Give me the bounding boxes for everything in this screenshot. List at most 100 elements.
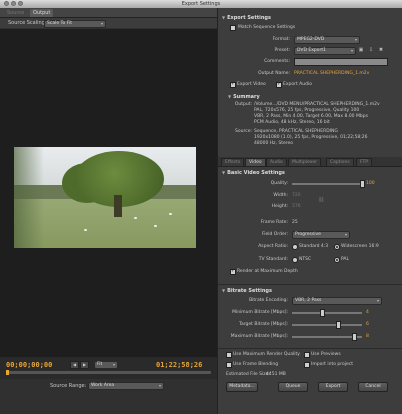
basic-video-header[interactable]: ▼ Basic Video Settings [222, 170, 285, 176]
source-range-select[interactable]: Work Area ▾ [88, 382, 164, 390]
tab-video[interactable]: Video [245, 158, 266, 166]
format-label: Format: [272, 37, 290, 42]
quality-slider-knob[interactable] [360, 180, 365, 188]
set-out-point-icon[interactable]: ▶ [80, 361, 89, 369]
min-bitrate-knob[interactable] [320, 309, 325, 317]
export-audio-checkbox[interactable] [276, 81, 282, 88]
min-bitrate-slider[interactable] [292, 309, 362, 317]
import-project-label: Import into project [311, 362, 354, 367]
video-frame [14, 147, 196, 248]
preset-label: Preset: [274, 48, 290, 53]
cancel-button[interactable]: Cancel [358, 382, 388, 392]
aspect-widescreen-label: Widescreen 16:9 [341, 244, 379, 249]
summary-output-line: /Volume.../DVD MENU/PRACTICAL SHEPHERDIN… [254, 102, 380, 107]
max-bitrate-slider[interactable] [292, 333, 362, 341]
tab-output[interactable]: Output [30, 9, 54, 17]
divider [218, 284, 402, 285]
field-order-select[interactable]: Progressive ▾ [292, 231, 350, 239]
timeline-bar: 00;00;00;00 ◀ ▶ Fit ▾ 01;22;58;26 [0, 357, 217, 379]
format-select[interactable]: MPEG2-DVD ▾ [294, 36, 360, 44]
export-button[interactable]: Export [318, 382, 348, 392]
divider [218, 348, 402, 349]
frame-blending-checkbox[interactable] [226, 362, 232, 368]
source-scaling-select[interactable]: Scale To Fit ▾ [44, 20, 106, 28]
disclosure-triangle-icon: ▼ [222, 15, 226, 20]
import-preset-icon[interactable]: ⇩ [368, 47, 374, 53]
export-settings-header[interactable]: ▼ Export Settings [222, 15, 271, 21]
use-previews-label: Use Previews [311, 352, 341, 357]
tab-effects[interactable]: Effects [221, 158, 245, 166]
timecode-in: 00;00;00;00 [6, 361, 53, 369]
tab-ftp[interactable]: FTP [356, 158, 372, 166]
tab-captions[interactable]: Captions [326, 158, 354, 166]
tab-source[interactable]: Source [4, 9, 27, 17]
target-bitrate-value[interactable]: 6 [366, 322, 369, 327]
summary-output-line: VBR, 2 Pass, Min 4.00, Target 6.00, Max … [254, 114, 368, 119]
disclosure-triangle-icon: ▼ [222, 170, 226, 175]
quality-slider[interactable] [292, 180, 365, 188]
tv-standard-label: TV Standard: [258, 257, 288, 262]
field-order-value: Progressive [295, 232, 321, 237]
import-project-checkbox[interactable] [304, 362, 310, 368]
match-sequence-checkbox[interactable] [230, 25, 236, 31]
summary-header-label: Summary [233, 94, 260, 100]
quality-value[interactable]: 100 [366, 181, 375, 186]
preset-select[interactable]: DVD Export1 ▾ [294, 47, 356, 55]
delete-preset-icon[interactable]: ✖ [378, 47, 384, 53]
tab-multiplexer[interactable]: Multiplexer [288, 158, 321, 166]
max-bitrate-label: Maximum Bitrate [Mbps]: [230, 334, 288, 339]
set-in-point-icon[interactable]: ◀ [70, 361, 79, 369]
aspect-standard-radio[interactable] [292, 244, 298, 250]
use-previews-checkbox[interactable] [304, 352, 310, 358]
height-value[interactable]: 576 [292, 204, 301, 209]
bitrate-encoding-label: Bitrate Encoding: [249, 298, 288, 303]
export-video-checkbox[interactable] [230, 81, 236, 88]
width-value[interactable]: 720 [292, 193, 301, 198]
bitrate-header[interactable]: ▼ Bitrate Settings [222, 288, 272, 294]
render-max-depth-label: Render at Maximum Depth [237, 269, 298, 274]
format-value: MPEG2-DVD [297, 37, 325, 42]
export-settings-header-label: Export Settings [227, 15, 271, 21]
frame-rate-label: Frame Rate: [260, 220, 288, 225]
ntsc-label: NTSC [299, 257, 312, 262]
queue-button[interactable]: Queue [278, 382, 308, 392]
playhead[interactable] [6, 370, 9, 375]
timecode-out: 01;22;58;26 [156, 361, 203, 369]
max-render-quality-checkbox[interactable] [226, 352, 232, 358]
source-range-value: Work Area [91, 383, 115, 388]
chevron-down-icon: ▾ [376, 298, 379, 303]
tab-audio[interactable]: Audio [266, 158, 287, 166]
source-output-tabs: Source Output [0, 8, 217, 18]
pal-radio[interactable] [334, 257, 340, 263]
save-preset-icon[interactable]: ▣ [358, 47, 364, 53]
quality-label: Quality: [270, 181, 288, 186]
video-preview-area [0, 29, 217, 357]
summary-header[interactable]: ▼ Summary [228, 94, 260, 100]
file-size-value: 4451 MB [266, 372, 286, 377]
output-name-link[interactable]: PRACTICAL SHEPHERDING_1.m2v [294, 71, 369, 76]
metadata-button[interactable]: Metadata... [226, 382, 258, 392]
comments-field[interactable] [294, 58, 388, 66]
max-bitrate-value[interactable]: 8 [366, 334, 369, 339]
zoom-select[interactable]: Fit ▾ [94, 361, 118, 369]
source-range-row: Source Range: Work Area ▾ [0, 380, 217, 392]
summary-source-label: Source: [235, 129, 252, 134]
target-bitrate-slider[interactable] [292, 321, 362, 329]
min-bitrate-value[interactable]: 4 [366, 310, 369, 315]
timeline-scrubber[interactable] [6, 370, 211, 375]
min-bitrate-label: Minimum Bitrate [Mbps]: [232, 310, 288, 315]
max-bitrate-knob[interactable] [352, 333, 357, 341]
target-bitrate-knob[interactable] [336, 321, 341, 329]
chain-link-icon[interactable]: ⛓ [318, 197, 324, 203]
aspect-widescreen-radio[interactable] [334, 244, 340, 250]
ntsc-radio[interactable] [292, 257, 298, 263]
bitrate-encoding-select[interactable]: VBR, 2 Pass ▾ [292, 297, 382, 305]
file-size-label: Estimated File Size: [226, 372, 270, 377]
output-name-label: Output Name: [258, 71, 290, 76]
max-render-quality-label: Use Maximum Render Quality [233, 352, 300, 357]
target-bitrate-label: Target Bitrate [Mbps]: [239, 322, 288, 327]
basic-video-header-label: Basic Video Settings [227, 170, 285, 176]
height-label: Height: [271, 204, 288, 209]
bitrate-encoding-value: VBR, 2 Pass [295, 298, 322, 303]
render-max-depth-checkbox[interactable] [230, 268, 236, 275]
